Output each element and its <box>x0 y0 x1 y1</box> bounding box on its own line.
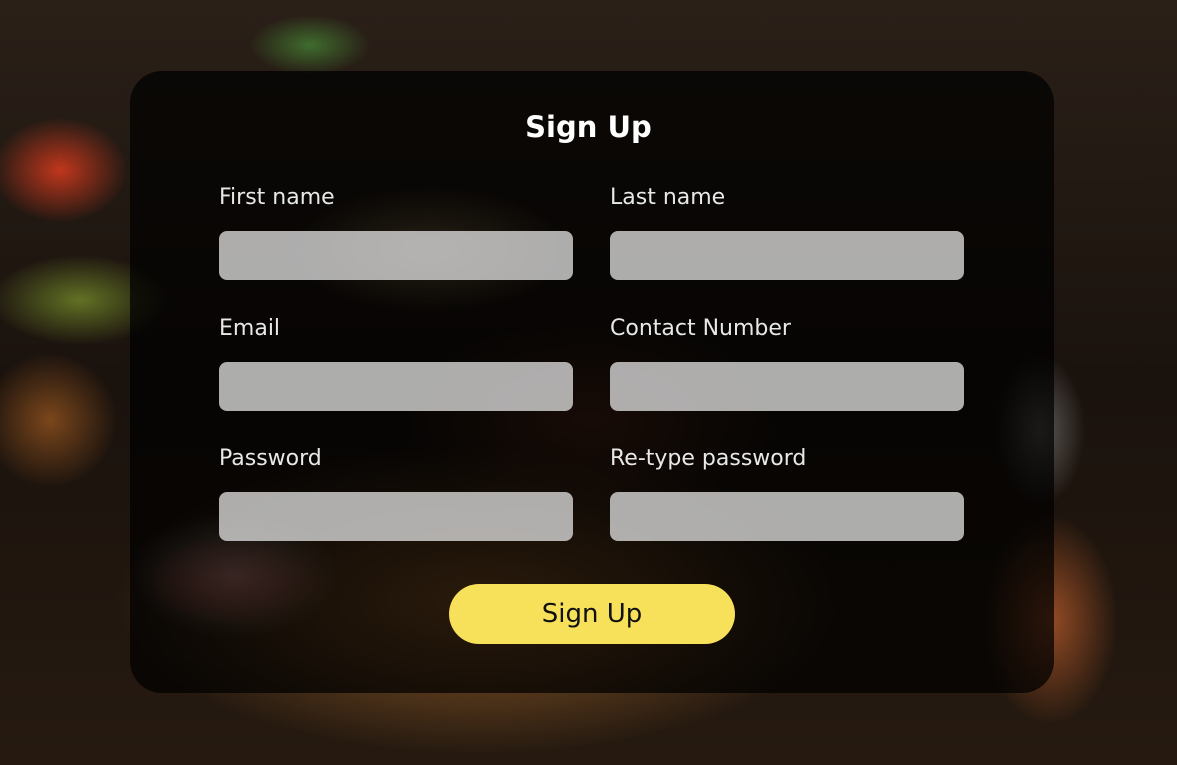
password-input[interactable] <box>219 492 573 541</box>
contact-number-label: Contact Number <box>610 316 791 341</box>
contact-number-input[interactable] <box>610 362 964 411</box>
last-name-label: Last name <box>610 185 726 210</box>
password-field: Password <box>219 445 573 541</box>
retype-password-field: Re-type password <box>610 445 964 541</box>
email-label: Email <box>219 316 281 341</box>
page-title: Sign Up <box>525 110 652 144</box>
first-name-label: First name <box>219 185 335 210</box>
last-name-input[interactable] <box>610 231 964 280</box>
last-name-field: Last name <box>610 184 964 280</box>
retype-password-label: Re-type password <box>610 446 807 471</box>
retype-password-input[interactable] <box>610 492 964 541</box>
password-label: Password <box>219 446 322 471</box>
email-field: Email <box>219 315 573 411</box>
first-name-field: First name <box>219 184 573 280</box>
sign-up-button[interactable]: Sign Up <box>449 584 735 644</box>
first-name-input[interactable] <box>219 231 573 280</box>
email-input[interactable] <box>219 362 573 411</box>
contact-number-field: Contact Number <box>610 315 964 411</box>
